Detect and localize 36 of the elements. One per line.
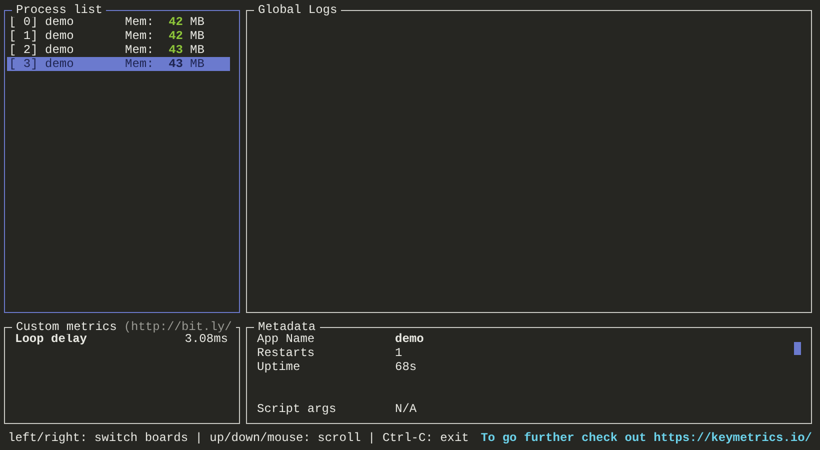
metadata-value: 1	[395, 346, 402, 360]
metadata-key: App Name	[257, 332, 395, 346]
memory-unit: MB	[190, 43, 206, 57]
panel-title-note: (http://bit.ly/	[124, 320, 232, 334]
metadata-value: N/A	[395, 402, 417, 416]
panel-title: Global Logs	[258, 3, 338, 17]
memory-unit: MB	[190, 29, 206, 43]
memory-value: 42	[168, 15, 184, 29]
process-row[interactable]: [ 1] demo Mem: 42 MB	[7, 29, 230, 43]
process-name: [ 1] demo	[9, 29, 75, 43]
help-text: left/right: switch boards | up/down/mouse: scroll | Ctrl-C: exit	[8, 431, 469, 445]
panel-title: Process list	[16, 3, 102, 17]
memory-unit: MB	[190, 15, 206, 29]
metadata-key: Script args	[257, 402, 395, 416]
metadata-value: 68s	[395, 360, 417, 374]
metadata-key: Uptime	[257, 360, 395, 374]
panel-title: Custom metrics	[16, 320, 117, 334]
memory-unit: MB	[190, 57, 206, 71]
memory-label: Mem:	[125, 29, 155, 43]
memory-label: Mem:	[125, 15, 155, 29]
metric-value: 3.08ms	[184, 332, 228, 346]
metadata-key: Restarts	[257, 346, 395, 360]
memory-value: 43	[168, 57, 184, 71]
process-row[interactable]: [ 2] demo Mem: 43 MB	[7, 43, 230, 57]
process-name: [ 3] demo	[9, 57, 75, 71]
process-row[interactable]: [ 3] demo Mem: 43 MB	[7, 57, 230, 71]
memory-value: 43	[168, 43, 184, 57]
panel-title: Metadata	[258, 320, 316, 334]
memory-label: Mem:	[125, 43, 155, 57]
metadata-value: demo	[395, 332, 424, 346]
promo-link[interactable]: To go further check out https://keymetrics.io/	[480, 431, 812, 445]
memory-label: Mem:	[125, 57, 155, 71]
memory-value: 42	[168, 29, 184, 43]
scrollbar-thumb	[794, 342, 801, 355]
metric-name: Loop delay	[15, 332, 88, 346]
process-name: [ 2] demo	[9, 43, 75, 57]
